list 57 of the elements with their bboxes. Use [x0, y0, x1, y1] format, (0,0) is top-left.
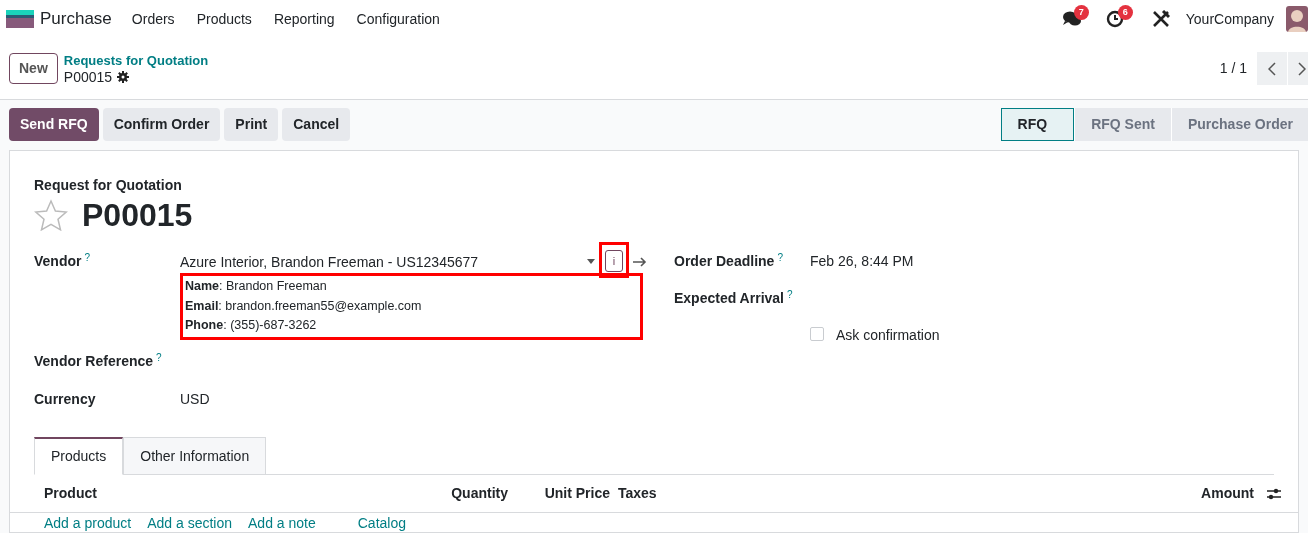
arrow-right-icon: [633, 257, 647, 267]
contact-line: Email: brandon.freeman55@example.com: [185, 297, 423, 315]
column-settings-icon: [1266, 486, 1282, 501]
column-header: Product: [44, 484, 98, 503]
gear-icon: [117, 70, 130, 83]
count-badge: 6: [1117, 5, 1133, 20]
status-step[interactable]: RFQ: [1000, 108, 1075, 141]
previous-button[interactable]: [1257, 52, 1287, 85]
action-button[interactable]: Confirm Order: [102, 108, 221, 141]
form-subtitle: Request for Quotation: [34, 177, 183, 193]
chevron-right-icon: [1298, 61, 1306, 76]
menu-item[interactable]: Orders: [131, 8, 175, 30]
avatar-icon: [1286, 6, 1308, 32]
status-step[interactable]: RFQ Sent: [1074, 108, 1171, 141]
vendor-value[interactable]: Azure Interior, Brandon Freeman - US12345677: [180, 251, 587, 273]
field-value: USD: [180, 390, 210, 409]
column-header: Unit Price: [543, 484, 610, 503]
contact-line: Phone: (355)-687-3262: [185, 317, 318, 334]
field-label: Expected Arrival $^{?}$: [674, 288, 794, 308]
breadcrumb-link[interactable]: Requests for Quotation: [63, 52, 209, 69]
add-line-link[interactable]: Add a note: [248, 516, 316, 531]
column-header: Amount: [1200, 484, 1254, 503]
status-step[interactable]: Purchase Order: [1170, 108, 1308, 141]
add-line-link[interactable]: Add a section: [147, 516, 232, 531]
clock-icon: [1105, 10, 1126, 28]
menu-item[interactable]: Reporting: [273, 8, 335, 30]
chevron-left-icon: [1268, 61, 1276, 76]
tab[interactable]: Products: [34, 437, 124, 475]
pager-counter: 1 / 1: [1219, 59, 1247, 78]
add-line-link[interactable]: Catalog: [357, 516, 406, 531]
tab[interactable]: Other Information: [123, 437, 267, 475]
column-header: Quantity: [450, 484, 508, 503]
dropdown-caret-icon: [587, 259, 595, 265]
menu-item[interactable]: Configuration: [356, 8, 440, 30]
action-button[interactable]: Cancel: [282, 108, 351, 141]
field-label: Currency: [34, 390, 97, 409]
field-value: Feb 26, 8:44 PM: [810, 252, 914, 271]
info-button[interactable]: i: [605, 250, 623, 272]
field-label: Vendor Reference $^{?}$: [34, 351, 163, 371]
next-button[interactable]: [1288, 52, 1308, 85]
checkbox-label[interactable]: Ask confirmation: [836, 325, 940, 346]
record-name: P00015: [63, 68, 113, 85]
menu-item[interactable]: Products: [196, 8, 252, 30]
company-name[interactable]: YourCompany: [1185, 8, 1274, 30]
field-label: Vendor $^{?}$: [34, 251, 92, 271]
tools-icon: [1151, 10, 1170, 28]
action-button[interactable]: Print: [224, 108, 279, 141]
contact-line: Name: Brandon Freeman: [185, 278, 328, 295]
action-button[interactable]: Send RFQ: [9, 108, 99, 141]
record-title: P00015: [82, 196, 193, 235]
field-label: Order Deadline $^{?}$: [674, 251, 784, 271]
column-header: Taxes: [617, 484, 658, 503]
app-name[interactable]: Purchase: [40, 6, 112, 32]
app-logo-icon: [6, 10, 34, 28]
checkbox[interactable]: [810, 327, 824, 341]
add-line-link[interactable]: Add a product: [44, 516, 132, 531]
new-button[interactable]: New: [9, 53, 58, 84]
